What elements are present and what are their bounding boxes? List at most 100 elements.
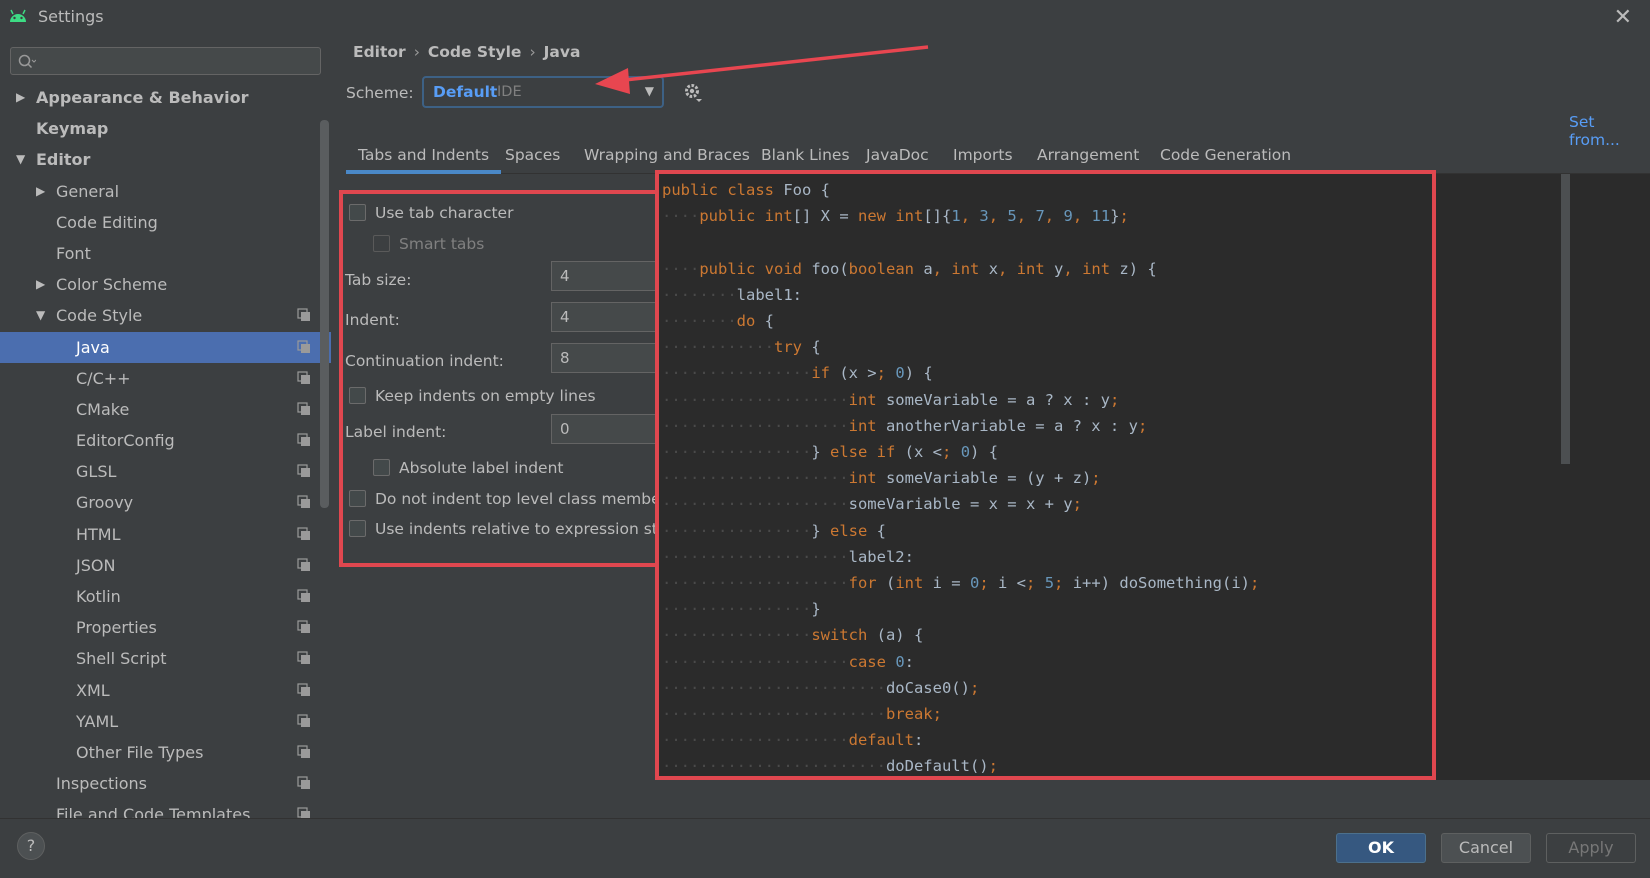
smart-tabs-checkbox[interactable]: Smart tabs [373,235,484,253]
absolute-label-indent-checkbox[interactable]: Absolute label indent [373,459,564,477]
sidebar-item-cmake[interactable]: CMake [0,394,331,425]
sidebar-item-json[interactable]: JSON [0,550,331,581]
sidebar-item-label: C/C++ [76,368,131,388]
sidebar-item-label: HTML [76,524,121,544]
code-line: ························doCase0(); [662,678,980,697]
smart-tabs-label: Smart tabs [399,235,485,253]
sidebar-item-label: XML [76,680,110,700]
code-line: ········do { [662,312,774,331]
help-button[interactable]: ? [17,832,45,860]
sidebar-item-groovy[interactable]: Groovy [0,487,331,518]
sidebar-item-keymap[interactable]: Keymap [0,113,331,144]
sidebar-scrollbar[interactable] [320,120,329,508]
keep-indents-checkbox[interactable]: Keep indents on empty lines [349,387,596,405]
breadcrumb-java: Java [543,43,581,61]
tab-imports[interactable]: Imports [953,146,1013,164]
project-scheme-icon [297,495,310,509]
tab-arrangement[interactable]: Arrangement [1037,146,1139,164]
indent-options-panel: Use tab character Smart tabs Tab size: 4… [339,190,680,567]
settings-tree: ▶ Appearance & Behavior Keymap ▼ Editor ▶ Gene… [0,82,331,818]
code-line: public class Foo { [662,181,831,199]
sidebar-item-java[interactable]: Java [0,331,331,363]
project-scheme-icon [297,807,310,818]
tab-code-generation[interactable]: Code Generation [1160,146,1291,164]
breadcrumb-editor[interactable]: Editor [353,43,406,61]
tab-spaces[interactable]: Spaces [505,146,560,164]
sidebar-item-label: Editor [36,150,91,170]
close-icon[interactable]: ✕ [1614,5,1632,30]
sidebar-item-label: Font [56,243,91,263]
settings-sidebar: ▶ Appearance & Behavior Keymap ▼ Editor ▶ Gene… [0,34,331,818]
sidebar-item-other-file-types[interactable]: Other File Types [0,737,331,768]
label-indent-field[interactable]: 0 [551,414,659,444]
code-line: ····public int[] X = new int[]{1, 3, 5, … [662,207,1129,226]
relative-expression-checkbox[interactable]: Use indents relative to expression start [349,520,680,538]
expanded-arrow-icon[interactable]: ▼ [16,144,25,175]
sidebar-item-appearance-behavior[interactable]: ▶ Appearance & Behavior [0,82,331,113]
sidebar-item-shell-script[interactable]: Shell Script [0,643,331,674]
expanded-arrow-icon[interactable]: ▼ [36,300,45,331]
sidebar-item-properties[interactable]: Properties [0,612,331,643]
tab-tabs-and-indents[interactable]: Tabs and Indents [358,146,489,164]
sidebar-item-label: Shell Script [76,649,167,669]
sidebar-item-xml[interactable]: XML [0,675,331,706]
sidebar-item-general[interactable]: ▶ General [0,176,331,207]
project-scheme-icon [297,527,310,540]
sidebar-item-html[interactable]: HTML [0,519,331,550]
tab-wrapping-and-braces[interactable]: Wrapping and Braces [584,146,750,164]
sidebar-item-yaml[interactable]: YAML [0,706,331,737]
code-line: ························doDefault(); [662,757,998,776]
apply-button[interactable]: Apply [1546,833,1636,863]
project-scheme-icon [297,589,310,602]
no-indent-top-level-checkbox[interactable]: Do not indent top level class members [349,490,675,508]
scheme-value: Default [433,83,498,101]
code-line: ················} else { [662,521,886,540]
scheme-dropdown[interactable]: Default IDE ▼ [422,76,664,108]
preview-scrollbar[interactable] [1561,174,1570,464]
sidebar-item-label: File and Code Templates [56,805,251,818]
code-line: ····················int someVariable = (… [662,469,1101,488]
sidebar-item-label: GLSL [76,462,117,482]
collapsed-arrow-icon[interactable]: ▶ [36,269,45,300]
code-line: ····················label2: [662,547,914,566]
sidebar-item-file-and-code-templates[interactable]: File and Code Templates [0,799,331,818]
use-tab-character-label: Use tab character [375,204,514,222]
project-scheme-icon [297,433,310,447]
sidebar-item-c-c[interactable]: C/C++ [0,363,331,394]
continuation-indent-field[interactable]: 8 [551,343,659,373]
project-scheme-icon [297,402,310,415]
sidebar-item-editorconfig[interactable]: EditorConfig [0,425,331,456]
project-scheme-icon [297,745,310,758]
active-tab-indicator [346,170,501,174]
code-preview: public class Foo { ····public int[] X = n… [655,170,1436,780]
sidebar-item-editor[interactable]: ▼ Editor [0,144,331,175]
collapsed-arrow-icon[interactable]: ▶ [16,82,25,113]
project-scheme-icon [297,651,310,665]
sidebar-item-code-style[interactable]: ▼ Code Style [0,300,331,331]
project-scheme-icon [297,682,310,696]
sidebar-item-label: Color Scheme [56,275,168,295]
checkbox-icon [349,204,366,221]
search-input[interactable] [10,47,321,75]
tab-javadoc[interactable]: JavaDoc [866,146,929,164]
cancel-button[interactable]: Cancel [1441,833,1531,863]
keep-indents-label: Keep indents on empty lines [375,387,596,405]
sidebar-item-inspections[interactable]: Inspections [0,768,331,799]
breadcrumb-code-style[interactable]: Code Style [428,43,522,61]
use-tab-character-checkbox[interactable]: Use tab character [349,204,513,222]
sidebar-item-kotlin[interactable]: Kotlin [0,581,331,612]
tab-size-field[interactable]: 4 [551,261,659,291]
sidebar-item-code-editing[interactable]: Code Editing [0,207,331,238]
sidebar-item-label: CMake [76,399,130,419]
sidebar-item-font[interactable]: Font [0,238,331,269]
gear-icon[interactable] [683,82,703,104]
collapsed-arrow-icon[interactable]: ▶ [36,176,45,207]
checkbox-icon [349,387,366,404]
sidebar-item-glsl[interactable]: GLSL [0,456,331,487]
project-scheme-icon [297,620,310,634]
ok-button[interactable]: OK [1336,833,1426,863]
indent-field[interactable]: 4 [551,302,659,332]
continuation-indent-label: Continuation indent: [345,352,504,370]
tab-blank-lines[interactable]: Blank Lines [761,146,850,164]
sidebar-item-color-scheme[interactable]: ▶ Color Scheme [0,269,331,300]
